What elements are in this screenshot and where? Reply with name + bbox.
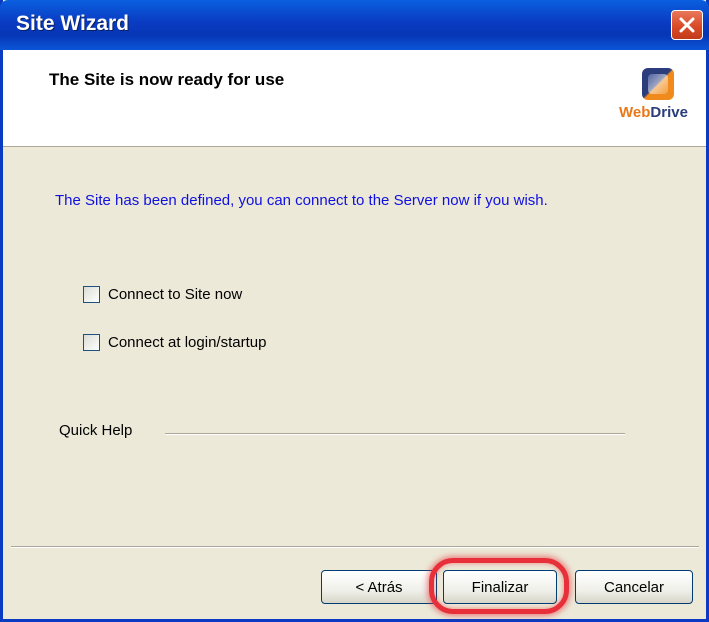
close-icon	[678, 16, 696, 34]
wizard-header: The Site is now ready for use WebDrive	[3, 50, 706, 147]
connect-now-checkbox[interactable]	[83, 286, 100, 303]
cancel-button[interactable]: Cancelar	[575, 570, 693, 604]
logo-text-drive: Drive	[650, 104, 688, 121]
intro-text: The Site has been defined, you can conne…	[55, 192, 548, 209]
webdrive-logo-icon	[642, 68, 674, 100]
webdrive-logo: WebDrive	[619, 68, 697, 128]
finish-button[interactable]: Finalizar	[443, 570, 557, 604]
quick-help-divider	[165, 433, 625, 435]
logo-text: WebDrive	[619, 104, 688, 121]
quick-help-label: Quick Help	[59, 422, 133, 439]
header-title: The Site is now ready for use	[49, 70, 285, 89]
connect-at-login-label[interactable]: Connect at login/startup	[108, 334, 266, 351]
logo-text-web: Web	[619, 104, 651, 121]
site-wizard-window: Site Wizard The Site is now ready for us…	[0, 0, 709, 622]
window-title: Site Wizard	[16, 12, 129, 35]
close-button[interactable]	[671, 10, 703, 40]
title-bar[interactable]: Site Wizard	[0, 0, 709, 50]
connect-at-login-checkbox[interactable]	[83, 334, 100, 351]
connect-now-option[interactable]: Connect to Site now	[83, 286, 242, 303]
footer-divider	[11, 546, 699, 548]
connect-at-login-option[interactable]: Connect at login/startup	[83, 334, 266, 351]
back-button[interactable]: < Atrás	[321, 570, 437, 604]
connect-now-label[interactable]: Connect to Site now	[108, 286, 242, 303]
